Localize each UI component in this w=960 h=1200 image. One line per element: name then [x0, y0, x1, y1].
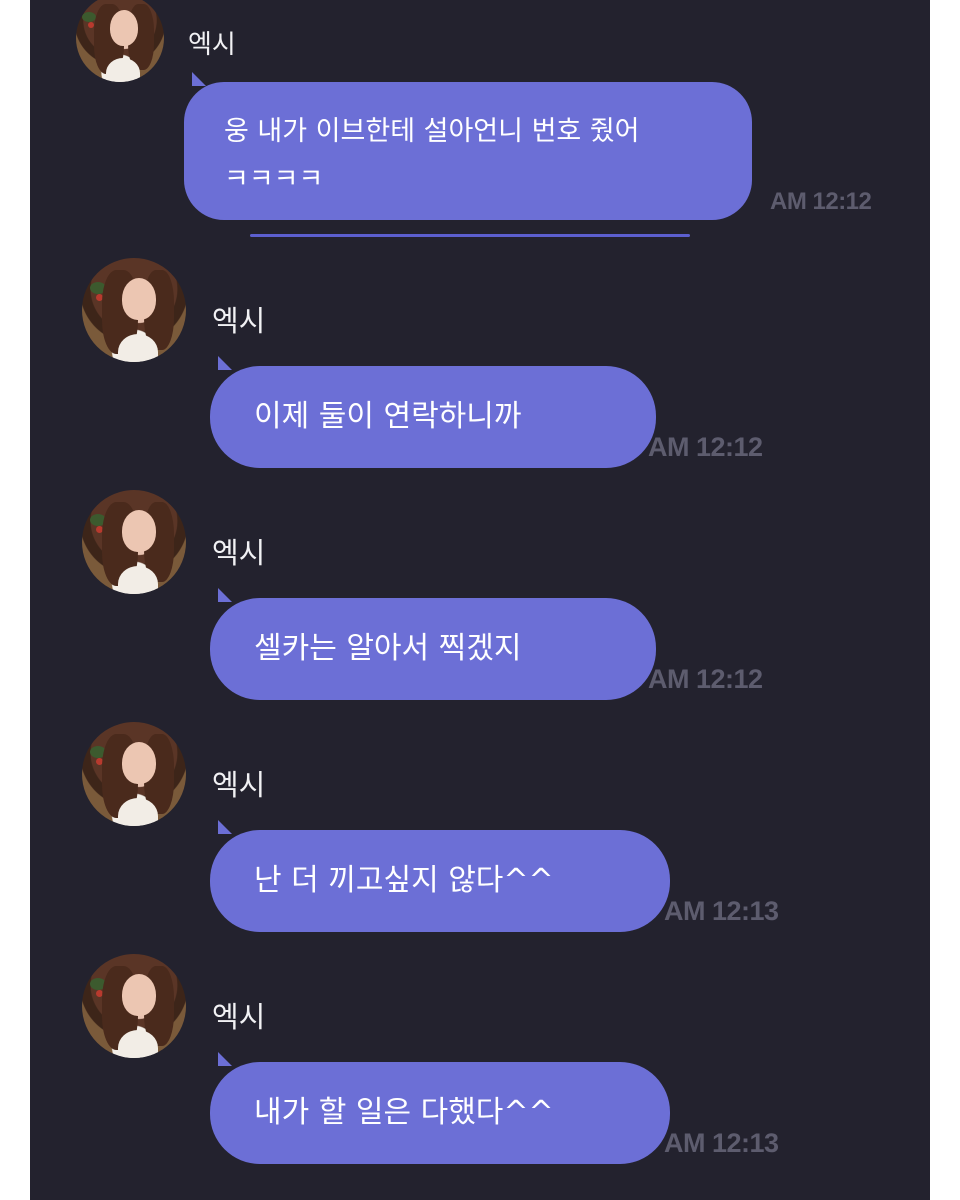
sender-name: 엑시: [212, 1000, 266, 1034]
sender-name: 엑시: [212, 768, 266, 802]
avatar-face: [122, 974, 156, 1016]
bubble-tail: [218, 356, 232, 370]
message-bubble: 이제 둘이 연락하니까: [210, 356, 656, 468]
message-time: AM 12:13: [664, 1128, 779, 1158]
bubble-tail: [218, 588, 232, 602]
avatar-shirt: [118, 566, 158, 594]
sender-name: 엑시: [212, 536, 266, 570]
avatar[interactable]: [82, 258, 186, 362]
message-text: 이제 둘이 연락하니까: [254, 399, 522, 434]
message-time: AM 12:12: [648, 432, 763, 462]
message-bubble: 웅 내가 이브한테 설아언니 번호 줬어 ㅋㅋㅋㅋ: [184, 72, 752, 220]
avatar-face: [122, 278, 156, 320]
avatar-face: [122, 510, 156, 552]
sender-name: 엑시: [188, 30, 236, 60]
avatar-shirt: [118, 334, 158, 362]
avatar-shirt: [106, 58, 140, 82]
message-text: 웅 내가 이브한테 설아언니 번호 줬어: [224, 116, 640, 147]
avatar-shirt: [118, 798, 158, 826]
avatar-ornament: [88, 22, 94, 28]
avatar[interactable]: [82, 490, 186, 594]
avatar[interactable]: [82, 722, 186, 826]
message-time: AM 12:12: [648, 664, 763, 694]
message-text: 내가 할 일은 다했다^^: [254, 1095, 554, 1130]
bubble-tail: [192, 72, 206, 86]
message-text: ㅋㅋㅋㅋ: [224, 164, 324, 195]
avatar[interactable]: [82, 954, 186, 1058]
message-text: 셀카는 알아서 찍겠지: [254, 631, 522, 666]
message-time: AM 12:13: [664, 896, 779, 926]
bubble-tail: [218, 1052, 232, 1066]
avatar[interactable]: [76, 0, 164, 82]
message-bubble: 셀카는 알아서 찍겠지: [210, 588, 656, 700]
message-bubble: 내가 할 일은 다했다^^: [210, 1052, 670, 1164]
bubble-tail: [218, 820, 232, 834]
avatar-shirt: [118, 1030, 158, 1058]
avatar-face: [110, 10, 138, 46]
sender-name: 엑시: [212, 304, 266, 338]
avatar-face: [122, 742, 156, 784]
message-text: 난 더 끼고싶지 않다^^: [254, 863, 554, 898]
message-time: AM 12:12: [770, 188, 872, 215]
scroll-divider: [250, 234, 690, 237]
chat-screen: 엑시 웅 내가 이브한테 설아언니 번호 줬어 ㅋㅋㅋㅋ AM 12:12 엑시…: [30, 0, 930, 1200]
message-bubble: 난 더 끼고싶지 않다^^: [210, 820, 670, 932]
